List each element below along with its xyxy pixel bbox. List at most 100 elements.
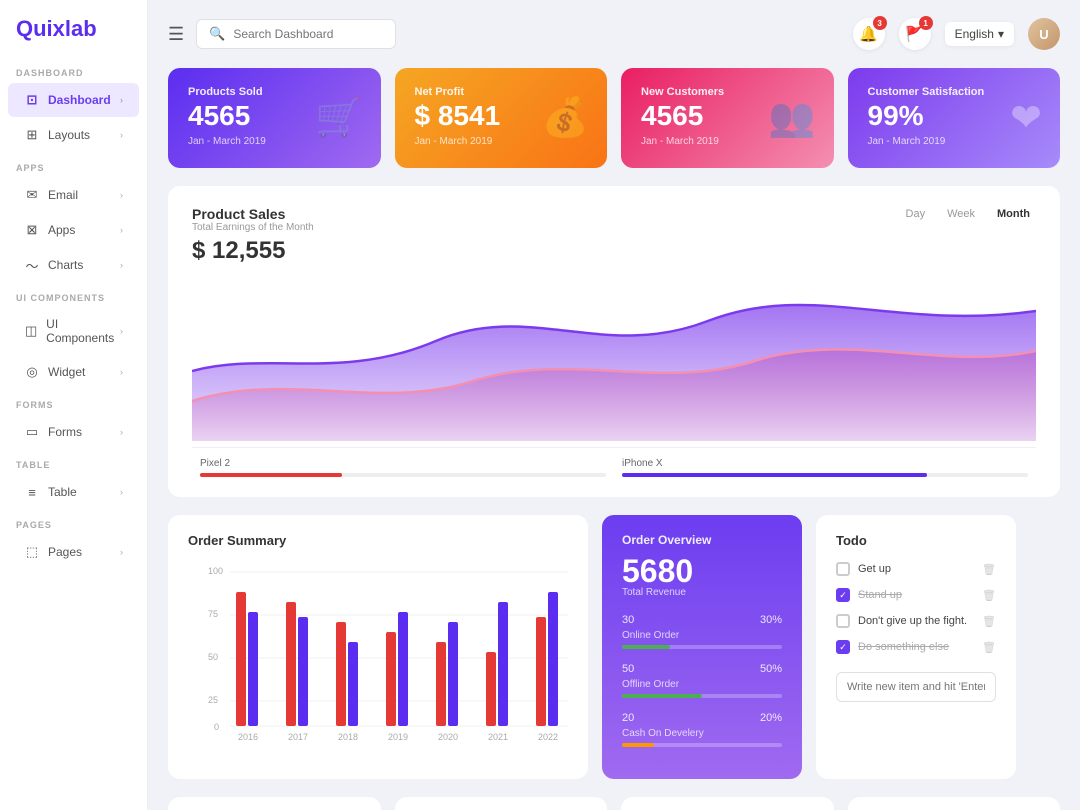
- notification-flag-badge: 1: [919, 16, 933, 30]
- mini-card-2: [395, 797, 608, 810]
- oo-offline-pct: 50%: [760, 663, 782, 675]
- oo-online-label: Online Order: [622, 630, 782, 641]
- chevron-icon: ›: [120, 326, 123, 336]
- svg-text:50: 50: [208, 652, 218, 662]
- chart-progress-row: Pixel 2 iPhone X: [192, 447, 1036, 477]
- sidebar-item-table[interactable]: ≡ Table ›: [8, 475, 139, 509]
- chart-title: Product Sales: [192, 206, 314, 222]
- section-label-pages: PAGES: [0, 510, 147, 534]
- svg-text:2021: 2021: [488, 732, 508, 742]
- sidebar-item-label: Forms: [48, 425, 82, 439]
- chart-total: $ 12,555: [192, 237, 314, 265]
- oo-cash-pct: 20%: [760, 712, 782, 724]
- svg-text:2022: 2022: [538, 732, 558, 742]
- svg-text:100: 100: [208, 566, 223, 576]
- logo-text: Quixlab: [16, 16, 97, 41]
- sidebar-item-email[interactable]: ✉ Email ›: [8, 178, 139, 212]
- logo: Quixlab: [0, 16, 147, 58]
- todo-delete-2[interactable]: 🗑: [982, 589, 996, 602]
- chevron-icon: ›: [120, 547, 123, 557]
- todo-title: Todo: [836, 533, 996, 548]
- widget-icon: ◎: [24, 364, 40, 380]
- notification-flag-button[interactable]: 🚩 1: [899, 18, 931, 50]
- hamburger-menu-button[interactable]: ☰: [168, 24, 184, 45]
- sidebar-item-apps[interactable]: ⊠ Apps ›: [8, 213, 139, 247]
- section-label-apps: APPS: [0, 153, 147, 177]
- cart-icon: 🛒: [315, 96, 362, 140]
- order-overview-title: Order Overview: [622, 533, 782, 547]
- todo-text-3: Don't give up the fight.: [858, 615, 967, 627]
- email-icon: ✉: [24, 187, 40, 203]
- todo-item-4: Do something else 🗑: [836, 640, 996, 654]
- product-sales-card: Product Sales Total Earnings of the Mont…: [168, 186, 1060, 497]
- sidebar-section-table: TABLE ≡ Table ›: [0, 450, 147, 510]
- kpi-new-customers: New Customers 4565 Jan - March 2019 👥: [621, 68, 834, 168]
- todo-delete-1[interactable]: 🗑: [982, 563, 996, 576]
- sidebar-item-label: Widget: [48, 365, 85, 379]
- section-label-forms: FORMS: [0, 390, 147, 414]
- todo-checkbox-2[interactable]: [836, 588, 850, 602]
- kpi-cards-row: Products Sold 4565 Jan - March 2019 🛒 Ne…: [168, 68, 1060, 168]
- chart-subtitle: Total Earnings of the Month: [192, 222, 314, 233]
- svg-text:0: 0: [214, 722, 219, 732]
- oo-online-bar: [622, 645, 670, 649]
- sidebar-item-ui-components[interactable]: ◫ UI Components ›: [8, 308, 139, 354]
- progress-iphonex: iPhone X: [614, 458, 1036, 477]
- period-month-button[interactable]: Month: [991, 206, 1036, 222]
- todo-checkbox-3[interactable]: [836, 614, 850, 628]
- sidebar-item-label: Dashboard: [48, 93, 111, 107]
- sidebar-item-dashboard[interactable]: ⊡ Dashboard ›: [8, 83, 139, 117]
- progress-fill: [200, 473, 342, 477]
- sidebar-section-forms: FORMS ▭ Forms ›: [0, 390, 147, 450]
- oo-online-pct: 30%: [760, 614, 782, 626]
- oo-row-online: 30 30% Online Order: [622, 614, 782, 649]
- svg-text:75: 75: [208, 609, 218, 619]
- sidebar-item-label: Apps: [48, 223, 75, 237]
- chevron-down-icon: ▾: [998, 27, 1004, 41]
- mini-card-3: [621, 797, 834, 810]
- ui-icon: ◫: [24, 323, 38, 339]
- period-week-button[interactable]: Week: [941, 206, 981, 222]
- search-input[interactable]: [233, 27, 383, 41]
- sidebar-item-charts[interactable]: 〜 Charts ›: [8, 248, 139, 282]
- todo-checkbox-4[interactable]: [836, 640, 850, 654]
- todo-delete-3[interactable]: 🗑: [982, 615, 996, 628]
- order-overview-label: Total Revenue: [622, 587, 782, 598]
- svg-text:2016: 2016: [238, 732, 258, 742]
- chart-period-buttons: Day Week Month: [900, 206, 1036, 222]
- period-day-button[interactable]: Day: [900, 206, 932, 222]
- order-overview-card: Order Overview 5680 Total Revenue 30 30%…: [602, 515, 802, 779]
- chevron-icon: ›: [120, 95, 123, 105]
- kpi-products-sold: Products Sold 4565 Jan - March 2019 🛒: [168, 68, 381, 168]
- sidebar-item-layouts[interactable]: ⊞ Layouts ›: [8, 118, 139, 152]
- user-avatar[interactable]: U: [1028, 18, 1060, 50]
- sidebar: Quixlab DASHBOARD ⊡ Dashboard › ⊞ Layout…: [0, 0, 148, 810]
- mini-card-4: [848, 797, 1061, 810]
- oo-cash-label: Cash On Develery: [622, 728, 782, 739]
- heart-icon: ❤: [1010, 96, 1042, 141]
- svg-text:25: 25: [208, 695, 218, 705]
- todo-delete-4[interactable]: 🗑: [982, 641, 996, 654]
- chevron-icon: ›: [120, 487, 123, 497]
- oo-row-cash: 20 20% Cash On Develery: [622, 712, 782, 747]
- oo-row-offline: 50 50% Offline Order: [622, 663, 782, 698]
- notification-bell-button[interactable]: 🔔 3: [853, 18, 885, 50]
- charts-icon: 〜: [24, 257, 40, 273]
- progress-fill: [622, 473, 927, 477]
- chevron-icon: ›: [120, 225, 123, 235]
- pages-icon: ⬚: [24, 544, 40, 560]
- sidebar-item-label: Table: [48, 485, 77, 499]
- svg-text:2017: 2017: [288, 732, 308, 742]
- todo-checkbox-1[interactable]: [836, 562, 850, 576]
- todo-new-input[interactable]: [836, 672, 996, 702]
- sidebar-item-pages[interactable]: ⬚ Pages ›: [8, 535, 139, 569]
- money-icon: 💰: [542, 96, 589, 140]
- people-icon: 👥: [768, 96, 815, 140]
- sidebar-item-widget[interactable]: ◎ Widget ›: [8, 355, 139, 389]
- sidebar-section-pages: PAGES ⬚ Pages ›: [0, 510, 147, 570]
- sidebar-item-label: Pages: [48, 545, 82, 559]
- progress-pixel2: Pixel 2: [192, 458, 614, 477]
- language-selector[interactable]: English ▾: [945, 22, 1014, 46]
- sidebar-item-forms[interactable]: ▭ Forms ›: [8, 415, 139, 449]
- mini-cards-row: [168, 797, 1060, 810]
